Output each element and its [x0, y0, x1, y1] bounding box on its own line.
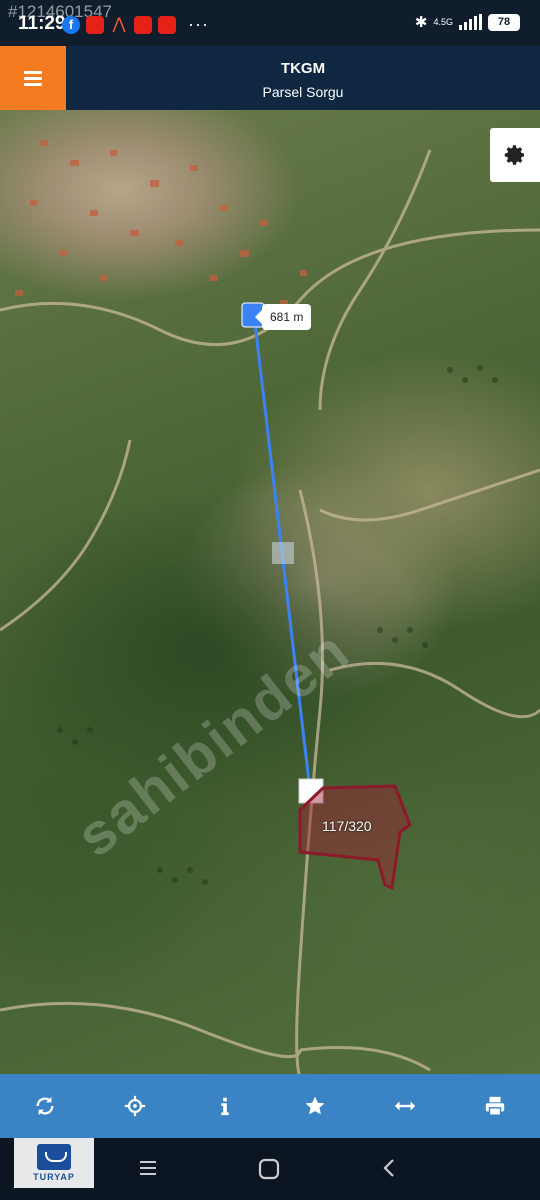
more-notifications: ··· — [188, 14, 209, 34]
print-button[interactable] — [450, 1074, 540, 1138]
favorite-button[interactable] — [270, 1074, 360, 1138]
network-type: 4.5G — [433, 16, 453, 27]
facebook-icon: f — [62, 15, 80, 34]
measure-midpoint-handle[interactable] — [272, 542, 294, 564]
recent-apps-button[interactable] — [138, 1158, 158, 1183]
refresh-button[interactable] — [0, 1074, 90, 1138]
back-icon — [383, 1159, 394, 1177]
refresh-icon — [36, 1096, 54, 1116]
clock: 11:29 — [18, 13, 66, 34]
app-notification-icon — [158, 15, 176, 34]
parcel-label: 117/320 — [322, 818, 372, 834]
gear-icon — [504, 145, 524, 165]
map-terrain — [0, 140, 540, 1074]
star-icon — [305, 1096, 325, 1115]
logo-text: TURYAP — [33, 1172, 75, 1182]
menu-button[interactable] — [0, 46, 66, 110]
distance-label: 681 m — [254, 304, 312, 330]
notification-icons: f ⋀ ··· — [62, 14, 209, 35]
youtube-icon — [134, 15, 152, 34]
bottom-toolbar — [0, 1074, 540, 1138]
battery-icon: 78 — [488, 13, 520, 31]
home-icon — [258, 1158, 280, 1180]
print-icon — [485, 1096, 505, 1116]
status-bar: #1214601547 11:29 f ⋀ ··· ✱ 4.5G 78 — [0, 0, 540, 46]
handshake-logo-icon — [37, 1144, 71, 1170]
parcel-polygon[interactable] — [298, 784, 412, 891]
arrows-horizontal-icon — [394, 1101, 416, 1111]
locate-button[interactable] — [90, 1074, 180, 1138]
info-button[interactable] — [180, 1074, 270, 1138]
system-nav-bar: TURYAP — [0, 1138, 540, 1200]
hamburger-icon — [24, 68, 42, 89]
youtube-icon — [86, 15, 104, 34]
app-header: TKGM Parsel Sorgu — [0, 46, 540, 110]
status-right: ✱ 4.5G 78 — [415, 13, 520, 31]
recent-apps-icon — [140, 1161, 156, 1175]
app-title: TKGM — [280, 60, 326, 77]
home-button[interactable] — [258, 1158, 280, 1185]
settings-button[interactable] — [490, 128, 540, 182]
bluetooth-icon: ✱ — [414, 14, 428, 31]
app-subtitle: Parsel Sorgu — [262, 84, 344, 100]
mcdonalds-icon: ⋀ — [112, 15, 126, 33]
back-button[interactable] — [380, 1158, 400, 1183]
crosshair-icon — [124, 1095, 146, 1117]
turyap-logo: TURYAP — [14, 1138, 94, 1188]
satellite-map[interactable]: sahibinden 681 m 117/320 — [0, 110, 540, 1074]
signal-icon — [459, 14, 482, 30]
info-icon — [221, 1097, 229, 1116]
measure-button[interactable] — [360, 1074, 450, 1138]
